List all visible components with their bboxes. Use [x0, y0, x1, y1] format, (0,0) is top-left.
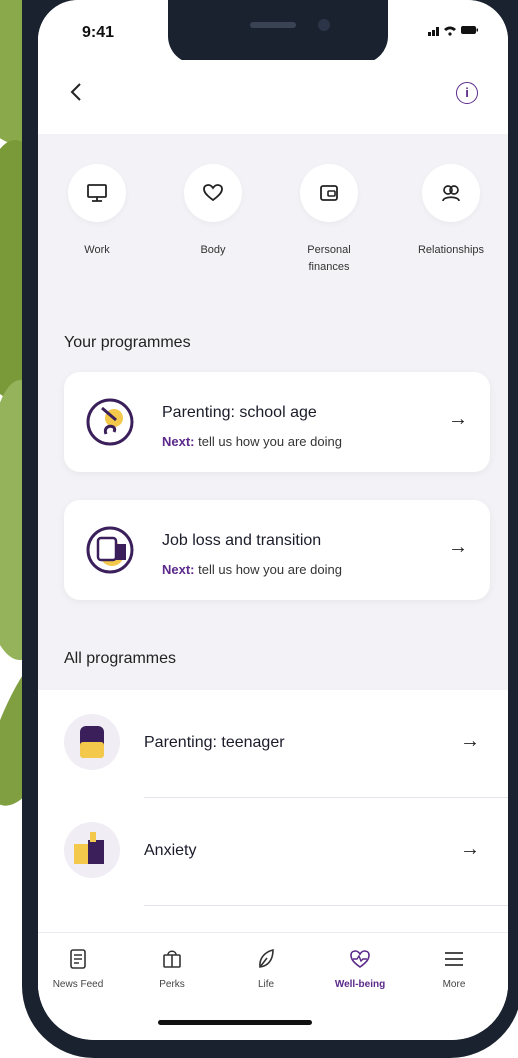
monitor-icon — [68, 164, 126, 222]
anxiety-icon — [64, 822, 120, 878]
tab-label: News Feed — [52, 979, 104, 990]
category-label: Personal finances — [307, 244, 351, 273]
info-button[interactable]: i — [456, 82, 478, 104]
programme-title: Anxiety — [144, 842, 197, 859]
heart-pulse-icon — [320, 945, 400, 973]
tab-life[interactable]: Life — [226, 945, 306, 990]
tab-perks[interactable]: Perks — [132, 945, 212, 990]
programme-next-step: Next: tell us how you are doing — [162, 434, 342, 449]
programme-card-parenting-school-age[interactable]: Parenting: school age Next: tell us how … — [64, 372, 490, 472]
programme-next-step: Next: tell us how you are doing — [162, 562, 342, 577]
status-time: 9:41 — [82, 24, 115, 41]
phone-screen: 9:41 i Work Body Personal finances Relat… — [38, 0, 508, 1040]
info-icon: i — [465, 85, 469, 100]
leaf-icon — [226, 945, 306, 973]
heart-icon — [184, 164, 242, 222]
programme-title: Job loss and transition — [162, 532, 322, 549]
divider — [144, 905, 508, 906]
category-relationships[interactable]: Relationships — [396, 164, 506, 259]
tab-label: Perks — [159, 979, 185, 990]
parenting-school-age-icon — [86, 398, 134, 446]
menu-icon — [414, 945, 494, 973]
arrow-right-icon: → — [448, 536, 468, 558]
arrow-right-icon: → — [460, 730, 480, 752]
tab-well-being[interactable]: Well-being — [320, 945, 400, 990]
programme-title: Parenting: teenager — [144, 734, 285, 751]
category-body[interactable]: Body — [158, 164, 268, 259]
list-item-parenting-teenager[interactable]: Parenting: teenager → — [38, 690, 508, 798]
chevron-left-icon — [70, 83, 81, 101]
programme-card-job-loss[interactable]: Job loss and transition Next: tell us ho… — [64, 500, 490, 600]
category-personal-finances[interactable]: Personal finances — [274, 164, 384, 276]
phone-notch — [168, 0, 388, 64]
news-feed-icon — [38, 945, 118, 973]
gift-bag-icon — [132, 945, 212, 973]
arrow-right-icon: → — [448, 408, 468, 430]
tab-label: More — [442, 979, 466, 990]
programme-title: Parenting: school age — [162, 404, 317, 421]
signal-wifi-battery-icon — [428, 26, 478, 36]
category-work[interactable]: Work — [42, 164, 152, 259]
home-indicator — [158, 1020, 312, 1025]
category-shortcuts: Work Body Personal finances Relationship… — [38, 164, 508, 304]
wallet-icon — [300, 164, 358, 222]
tab-news-feed[interactable]: News Feed — [38, 945, 118, 990]
all-programmes-heading: All programmes — [64, 650, 177, 667]
tab-more[interactable]: More — [414, 945, 494, 990]
people-icon — [422, 164, 480, 222]
list-item-anxiety[interactable]: Anxiety → — [38, 798, 508, 906]
status-icons — [428, 24, 478, 39]
your-programmes-heading: Your programmes — [64, 334, 191, 351]
top-navigation-bar: i — [38, 60, 508, 134]
backpack-icon — [64, 714, 120, 770]
category-label: Body — [200, 244, 226, 256]
back-button[interactable] — [70, 82, 82, 108]
arrow-right-icon: → — [460, 838, 480, 860]
category-label: Work — [84, 244, 110, 256]
tab-label: Life — [257, 979, 275, 990]
category-label: Relationships — [417, 244, 485, 256]
tab-label: Well-being — [334, 979, 386, 990]
job-loss-icon — [86, 526, 134, 574]
